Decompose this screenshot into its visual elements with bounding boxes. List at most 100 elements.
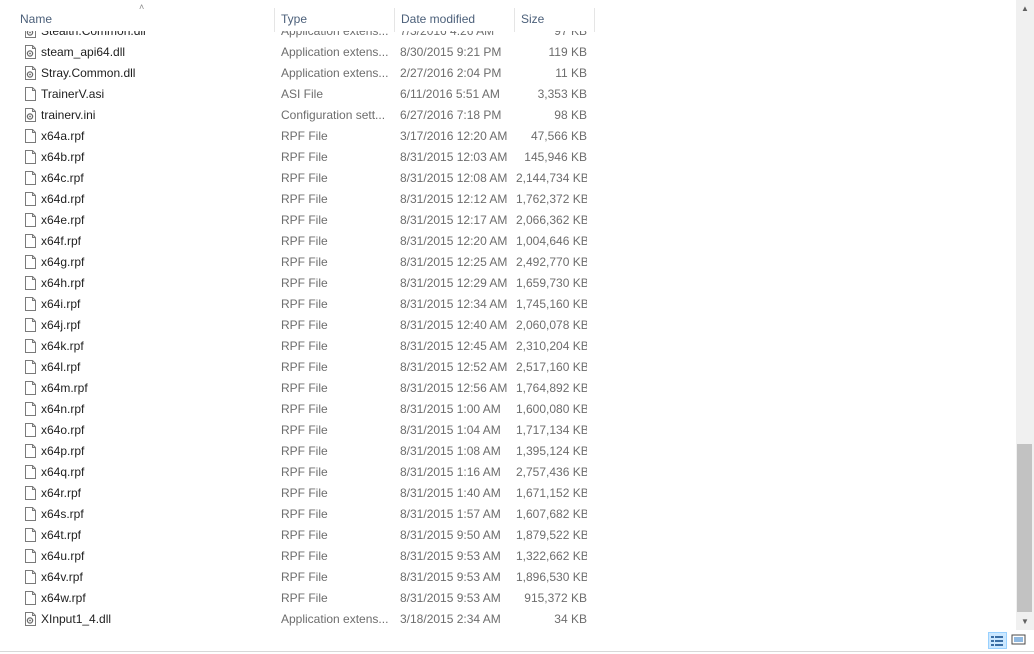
file-row[interactable]: x64i.rpf RPF File 8/31/2015 12:34 AM 1,745,… (0, 294, 600, 315)
file-row[interactable]: x64r.rpf RPF File 8/31/2015 1:40 AM 1,671,1… (0, 483, 600, 504)
file-name: XInput1_4.dll (41, 612, 112, 626)
file-size: 145,946 KB (524, 150, 587, 164)
file-size: 47,566 KB (530, 129, 587, 143)
file-row[interactable]: x64u.rpf RPF File 8/31/2015 9:53 AM 1,322,6… (0, 546, 600, 567)
file-date-modified: 8/30/2015 9:21 PM (400, 45, 502, 59)
file-size: 2,066,362 KB (516, 213, 587, 227)
file-row[interactable]: x64g.rpf RPF File 8/31/2015 12:25 AM 2,492,… (0, 252, 600, 273)
file-row[interactable]: x64n.rpf RPF File 8/31/2015 1:00 AM 1,600,0… (0, 399, 600, 420)
file-name: x64p.rpf (41, 444, 85, 458)
file-type: RPF File (281, 591, 328, 605)
file-row[interactable]: x64m.rpf RPF File 8/31/2015 12:56 AM 1,764,… (0, 378, 600, 399)
column-header-date-label: Date modified (401, 12, 476, 26)
file-size: 1,659,730 KB (516, 276, 587, 290)
file-type: RPF File (281, 381, 328, 395)
file-icon (25, 486, 36, 500)
file-row[interactable]: x64d.rpf RPF File 8/31/2015 12:12 AM 1,762,… (0, 189, 600, 210)
file-type: RPF File (281, 150, 328, 164)
file-row[interactable]: x64s.rpf RPF File 8/31/2015 1:57 AM 1,607,6… (0, 504, 600, 525)
file-row[interactable]: XInput1_4.dll Application extens... 3/18/2… (0, 609, 600, 630)
file-row[interactable]: trainerv.ini Configuration sett... 6/27/20… (0, 105, 600, 126)
file-size: 2,517,160 KB (516, 360, 587, 374)
file-row[interactable]: x64e.rpf RPF File 8/31/2015 12:17 AM 2,066,… (0, 210, 600, 231)
file-row[interactable]: x64b.rpf RPF File 8/31/2015 12:03 AM 145,94… (0, 147, 600, 168)
column-header-size-label: Size (521, 12, 545, 26)
file-type: Application extens... (281, 45, 389, 59)
file-type: RPF File (281, 276, 328, 290)
file-date-modified: 8/31/2015 12:12 AM (400, 192, 508, 206)
file-row[interactable]: x64w.rpf RPF File 8/31/2015 9:53 AM 915,372… (0, 588, 600, 609)
file-size: 2,060,078 KB (516, 318, 587, 332)
file-icon (25, 234, 36, 248)
file-row[interactable]: steam_api64.dll Application extens... 8/30… (0, 42, 600, 63)
file-icon (25, 360, 36, 374)
large-icons-view-button[interactable] (1010, 632, 1029, 649)
file-date-modified: 8/31/2015 12:17 AM (400, 213, 508, 227)
file-name: steam_api64.dll (41, 45, 126, 59)
file-name: x64d.rpf (41, 192, 85, 206)
file-name: x64n.rpf (41, 402, 85, 416)
file-icon (25, 339, 36, 353)
file-row[interactable]: x64c.rpf RPF File 8/31/2015 12:08 AM 2,144,… (0, 168, 600, 189)
file-date-modified: 8/31/2015 1:16 AM (400, 465, 501, 479)
file-date-modified: 2/27/2016 2:04 PM (400, 66, 502, 80)
column-header-type[interactable]: Type (275, 0, 393, 31)
file-row[interactable]: x64p.rpf RPF File 8/31/2015 1:08 AM 1,395,1… (0, 441, 600, 462)
file-size: 11 KB (555, 66, 587, 80)
file-date-modified: 8/31/2015 12:29 AM (400, 276, 508, 290)
status-bar-divider (0, 651, 1034, 652)
scroll-down-arrow-icon[interactable]: ▼ (1016, 613, 1034, 630)
file-row[interactable]: Stray.Common.dll Application extens... 2/2… (0, 63, 600, 84)
file-row[interactable]: x64k.rpf RPF File 8/31/2015 12:45 AM 2,310,… (0, 336, 600, 357)
file-date-modified: 8/31/2015 12:45 AM (400, 339, 508, 353)
file-name: x64c.rpf (41, 171, 84, 185)
file-row[interactable]: x64l.rpf RPF File 8/31/2015 12:52 AM 2,517,… (0, 357, 600, 378)
file-type: RPF File (281, 192, 328, 206)
file-name: TrainerV.asi (41, 87, 105, 101)
scroll-up-arrow-icon[interactable]: ▲ (1016, 0, 1034, 17)
file-name: x64e.rpf (41, 213, 85, 227)
dll-gear-icon (25, 66, 36, 80)
ini-gear-icon (25, 108, 36, 122)
file-icon (25, 549, 36, 563)
large-icons-view-icon (1011, 634, 1026, 645)
file-icon (25, 528, 36, 542)
file-name: x64t.rpf (41, 528, 82, 542)
file-type: RPF File (281, 528, 328, 542)
file-row[interactable]: x64t.rpf RPF File 8/31/2015 9:50 AM 1,879,5… (0, 525, 600, 546)
file-name: x64m.rpf (41, 381, 88, 395)
file-name: x64o.rpf (41, 423, 85, 437)
file-row[interactable]: x64h.rpf RPF File 8/31/2015 12:29 AM 1,659,… (0, 273, 600, 294)
column-header-size[interactable]: Size (515, 0, 593, 31)
file-date-modified: 6/27/2016 7:18 PM (400, 108, 502, 122)
column-header-date-modified[interactable]: Date modified (395, 0, 513, 31)
file-row[interactable]: x64o.rpf RPF File 8/31/2015 1:04 AM 1,717,1… (0, 420, 600, 441)
file-type: RPF File (281, 318, 328, 332)
file-name: x64i.rpf (41, 297, 81, 311)
file-size: 98 KB (554, 108, 587, 122)
file-size: 1,395,124 KB (516, 444, 587, 458)
file-row[interactable]: TrainerV.asi ASI File 6/11/2016 5:51 AM 3,3… (0, 84, 600, 105)
file-size: 1,762,372 KB (516, 192, 587, 206)
details-view-icon (991, 636, 1003, 646)
file-size: 1,717,134 KB (516, 423, 587, 437)
file-date-modified: 8/31/2015 1:40 AM (400, 486, 501, 500)
file-size: 1,879,522 KB (516, 528, 587, 542)
file-list-viewport: Stealth.Common.dll Application extens... 7… (0, 20, 1016, 630)
file-row[interactable]: x64j.rpf RPF File 8/31/2015 12:40 AM 2,060,… (0, 315, 600, 336)
column-divider[interactable] (594, 8, 595, 32)
file-row[interactable]: x64q.rpf RPF File 8/31/2015 1:16 AM 2,757,4… (0, 462, 600, 483)
file-type: RPF File (281, 339, 328, 353)
dll-gear-icon (25, 612, 36, 626)
file-icon (25, 402, 36, 416)
column-header-type-label: Type (281, 12, 308, 26)
details-view-button[interactable] (988, 632, 1007, 649)
file-date-modified: 8/31/2015 12:34 AM (400, 297, 508, 311)
file-size: 1,745,160 KB (516, 297, 587, 311)
file-row[interactable]: x64a.rpf RPF File 3/17/2016 12:20 AM 47,566… (0, 126, 600, 147)
scrollbar-thumb[interactable] (1017, 444, 1032, 612)
file-icon (25, 87, 36, 101)
file-type: Application extens... (281, 66, 389, 80)
file-row[interactable]: x64v.rpf RPF File 8/31/2015 9:53 AM 1,896,5… (0, 567, 600, 588)
file-row[interactable]: x64f.rpf RPF File 8/31/2015 12:20 AM 1,004,… (0, 231, 600, 252)
